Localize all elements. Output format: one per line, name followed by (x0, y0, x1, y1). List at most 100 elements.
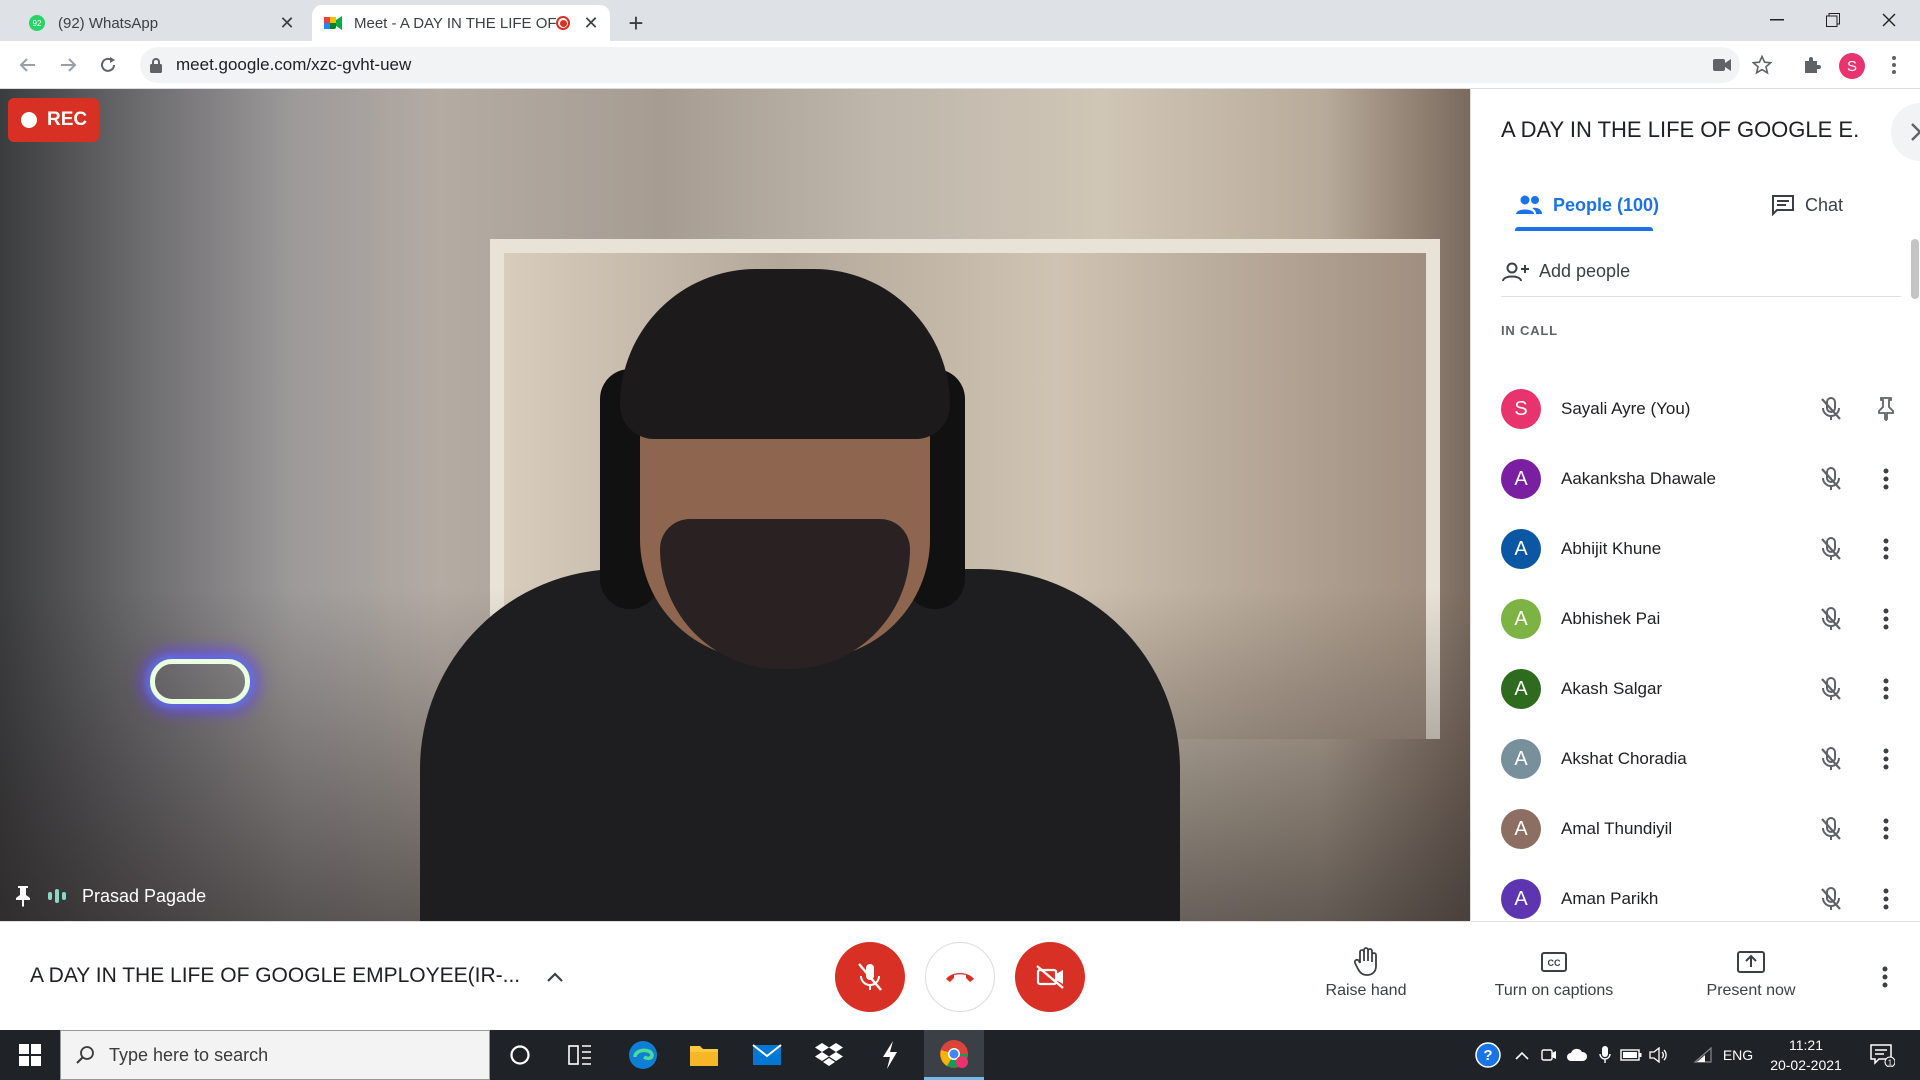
tab-people[interactable]: People (100) (1515, 187, 1659, 223)
taskbar-search-box[interactable]: Type here to search (60, 1030, 490, 1080)
add-people-label: Add people (1539, 261, 1631, 281)
more-options-icon[interactable] (1871, 678, 1901, 700)
participant-row[interactable]: A Amal Thundiyil (1501, 801, 1901, 857)
captions-label: Turn on captions (1494, 982, 1614, 999)
more-options-icon[interactable] (1871, 748, 1901, 770)
participant-name: Abhishek Pai (1561, 609, 1661, 628)
meeting-title[interactable]: A DAY IN THE LIFE OF GOOGLE EMPLOYEE(IR-… (30, 964, 520, 988)
participant-row[interactable]: A Aman Parikh (1501, 871, 1901, 921)
new-tab-button[interactable]: + (620, 7, 652, 39)
volume-icon[interactable] (1646, 1030, 1672, 1080)
mic-muted-icon[interactable] (1811, 817, 1851, 841)
restore-icon[interactable] (1810, 0, 1856, 40)
more-options-icon[interactable] (1871, 818, 1901, 840)
closed-captions-icon: CC (1541, 944, 1567, 980)
more-options-icon[interactable] (1870, 962, 1900, 992)
mic-muted-icon[interactable] (1811, 677, 1851, 701)
mic-muted-icon[interactable] (1811, 467, 1851, 491)
participant-avatar: A (1501, 669, 1541, 709)
dropbox-icon[interactable] (799, 1030, 859, 1080)
chat-icon (1772, 195, 1794, 216)
forward-arrow-icon[interactable] (52, 49, 84, 81)
present-screen-icon (1737, 944, 1765, 980)
meet-tray-icon[interactable] (1536, 1030, 1562, 1080)
meeting-controls-bar: A DAY IN THE LIFE OF GOOGLE EMPLOYEE(IR-… (0, 921, 1920, 1030)
chrome-icon[interactable] (924, 1030, 984, 1080)
chevron-up-tray-icon[interactable] (1510, 1030, 1534, 1080)
minimize-icon[interactable] (1754, 0, 1800, 40)
active-tab-indicator (1515, 227, 1653, 231)
back-arrow-icon[interactable] (12, 49, 44, 81)
profile-avatar[interactable]: S (1839, 53, 1865, 79)
panel-scrollbar[interactable] (1911, 239, 1919, 299)
mic-muted-icon[interactable] (1811, 747, 1851, 771)
neon-light-decor (150, 659, 250, 704)
pin-icon[interactable] (12, 885, 34, 907)
mic-muted-icon[interactable] (1811, 537, 1851, 561)
task-view-icon[interactable] (550, 1030, 610, 1080)
speaker-name-tag: Prasad Pagade (12, 880, 206, 912)
chevron-up-icon[interactable] (540, 962, 570, 992)
people-panel: A DAY IN THE LIFE OF GOOGLE E... People … (1470, 89, 1920, 921)
in-call-section-label: IN CALL (1501, 323, 1558, 338)
add-people-button[interactable]: Add people (1501, 247, 1901, 297)
raise-hand-button[interactable]: Raise hand (1296, 944, 1436, 1000)
tab-meet[interactable]: Meet - A DAY IN THE LIFE OF ✕ (312, 5, 610, 41)
mic-muted-icon[interactable] (1811, 397, 1851, 421)
more-options-icon[interactable] (1871, 608, 1901, 630)
reload-icon[interactable] (92, 49, 124, 81)
camera-off-button[interactable] (1015, 942, 1085, 1012)
bookmark-star-icon[interactable] (1748, 51, 1776, 79)
more-options-icon[interactable] (1871, 538, 1901, 560)
mic-off-button[interactable] (835, 942, 905, 1012)
pin-icon[interactable] (1871, 397, 1901, 421)
mail-icon[interactable] (737, 1030, 797, 1080)
wifi-icon[interactable] (1690, 1030, 1716, 1080)
record-dot-icon (21, 112, 37, 128)
cortana-icon[interactable] (490, 1030, 550, 1080)
tab-chat[interactable]: Chat (1771, 187, 1843, 223)
camera-in-use-icon[interactable] (1708, 51, 1736, 79)
extensions-icon[interactable] (1798, 51, 1826, 79)
participant-avatar: A (1501, 739, 1541, 779)
participant-row[interactable]: A Abhishek Pai (1501, 591, 1901, 647)
lightning-app-icon[interactable] (860, 1030, 920, 1080)
edge-browser-icon[interactable] (613, 1030, 673, 1080)
system-clock[interactable]: 11:21 20-02-2021 (1758, 1035, 1854, 1075)
close-panel-button[interactable] (1891, 103, 1920, 161)
clock-time: 11:21 (1789, 1037, 1823, 1053)
file-explorer-icon[interactable] (674, 1030, 734, 1080)
hang-up-icon (946, 973, 974, 982)
participant-row[interactable]: A Aakanksha Dhawale (1501, 451, 1901, 507)
more-options-icon[interactable] (1871, 468, 1901, 490)
participant-row[interactable]: A Abhijit Khune (1501, 521, 1901, 577)
window-close-icon[interactable] (1866, 0, 1912, 40)
browser-menu-icon[interactable] (1880, 51, 1908, 79)
svg-text:CC: CC (1548, 958, 1561, 968)
participant-row[interactable]: A Akshat Choradia (1501, 731, 1901, 787)
tab-whatsapp[interactable]: 92 (92) WhatsApp ✕ (16, 5, 306, 41)
help-icon[interactable]: ? (1472, 1030, 1504, 1080)
whatsapp-badge: 92 (33, 19, 42, 28)
microphone-tray-icon[interactable] (1594, 1030, 1616, 1080)
present-now-button[interactable]: Present now (1681, 944, 1821, 1000)
leave-call-button[interactable] (925, 942, 995, 1012)
notifications-icon[interactable]: 1 (1862, 1030, 1902, 1080)
mic-muted-icon[interactable] (1811, 887, 1851, 911)
participant-row[interactable]: S Sayali Ayre (You) (1501, 381, 1901, 437)
participant-row[interactable]: A Akash Salgar (1501, 661, 1901, 717)
svg-text:?: ? (1483, 1047, 1492, 1064)
participant-name: Abhijit Khune (1561, 539, 1662, 558)
address-bar[interactable]: meet.google.com/xzc-gvht-uew (140, 47, 1740, 83)
close-tab-icon[interactable]: ✕ (580, 12, 602, 34)
captions-button[interactable]: CC Turn on captions (1484, 944, 1624, 1000)
language-indicator[interactable]: ENG (1718, 1030, 1758, 1080)
close-tab-icon[interactable]: ✕ (276, 12, 298, 34)
mic-muted-icon[interactable] (1811, 607, 1851, 631)
windows-start-icon[interactable] (0, 1030, 60, 1080)
onedrive-icon[interactable] (1564, 1030, 1590, 1080)
participant-name: Amal Thundiyil (1561, 819, 1673, 838)
battery-icon[interactable] (1618, 1030, 1644, 1080)
more-options-icon[interactable] (1871, 888, 1901, 910)
meet-icon (324, 14, 342, 32)
